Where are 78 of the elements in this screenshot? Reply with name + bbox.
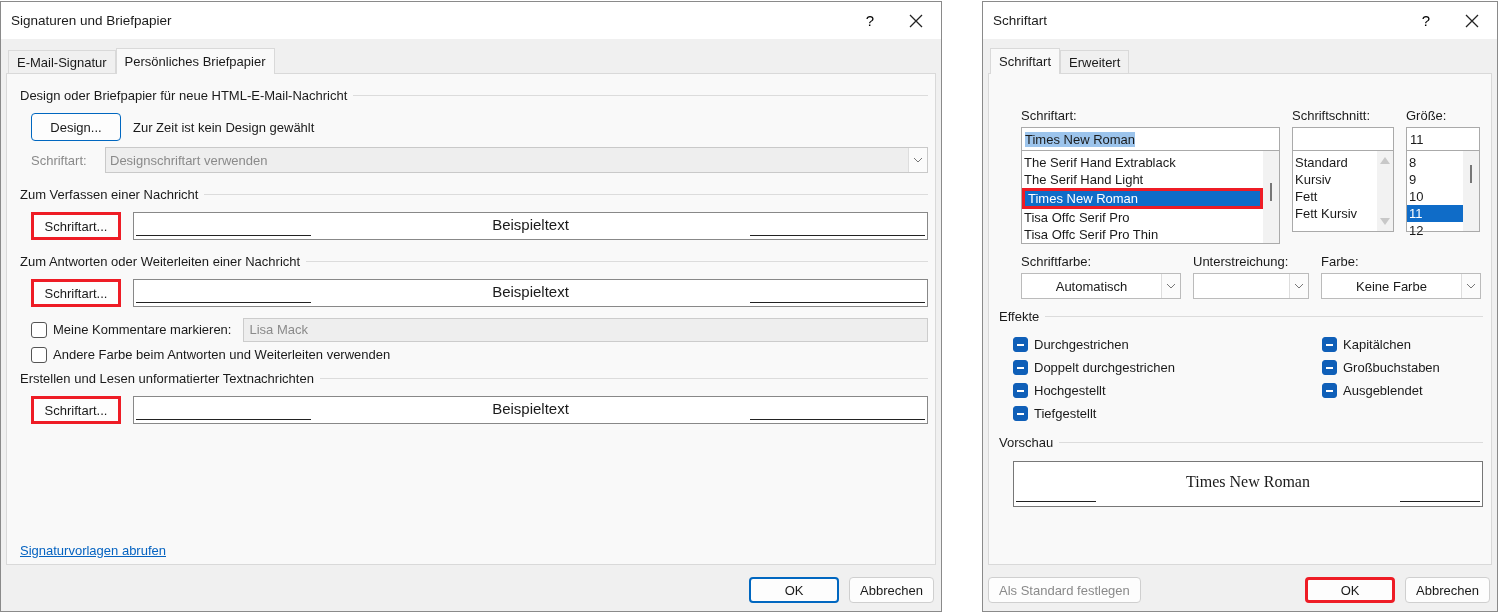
checkbox-label: Doppelt durchgestrichen (1034, 360, 1175, 375)
style-list-item[interactable]: Kursiv (1293, 171, 1377, 188)
close-icon (1465, 13, 1479, 28)
caret-icon (1294, 283, 1304, 289)
font-button[interactable]: Schriftart... (31, 212, 121, 240)
sample-text: Beispieltext (491, 216, 570, 233)
design-status: Zur Zeit ist kein Design gewählt (133, 119, 315, 135)
font-list-item[interactable]: The Serif Hand Light (1022, 171, 1263, 188)
checkbox[interactable] (1322, 383, 1337, 398)
font-label: Schriftart: (1021, 108, 1078, 123)
font-name-field[interactable]: Times New Roman (1021, 127, 1280, 151)
dialog-button[interactable]: Abbrechen (849, 577, 934, 603)
group-heading: Zum Antworten oder Weiterleiten einer Nachricht (20, 253, 301, 269)
dialog-button[interactable]: OK (1305, 577, 1396, 603)
group-heading: Erstellen und Lesen unformatierter Textnachrichten (20, 370, 314, 386)
checkbox-label: Kapitälchen (1343, 337, 1411, 352)
size-label: Größe: (1406, 108, 1448, 123)
checkbox[interactable] (1013, 406, 1028, 421)
window-title: Signaturen und Briefpapier (11, 13, 173, 28)
close-icon (909, 13, 923, 28)
group-heading: Zum Verfassen einer Nachricht (20, 186, 199, 202)
checkbox[interactable] (31, 346, 47, 363)
size-field[interactable]: 11 (1406, 127, 1480, 151)
tab[interactable]: Erweitert (1060, 50, 1130, 73)
design-button[interactable]: Design... (31, 113, 121, 141)
font-label: Schriftart: (31, 152, 88, 168)
group-heading: Vorschau (999, 434, 1054, 450)
checkbox-label: Tiefgestellt (1034, 406, 1097, 421)
font-button[interactable]: Schriftart... (31, 279, 121, 307)
dropdown[interactable]: Keine Farbe (1321, 273, 1481, 299)
style-list-item[interactable]: Fett (1293, 188, 1377, 205)
tab[interactable]: Schriftart (990, 48, 1060, 74)
checkbox-label: Hochgestellt (1034, 383, 1106, 398)
sample-text: Beispieltext (491, 400, 570, 417)
dropdown-label: Farbe: (1321, 254, 1360, 269)
font-list-item[interactable]: Tisa Offc Serif Pro (1022, 209, 1263, 226)
checkbox-label: Durchgestrichen (1034, 337, 1129, 352)
tab[interactable]: E-Mail-Signatur (8, 50, 116, 73)
caret-icon (1466, 283, 1476, 289)
size-list-item[interactable]: 10 (1407, 188, 1463, 205)
size-list-item[interactable]: 12 (1407, 222, 1463, 239)
dropdown-label: Unterstreichung: (1193, 254, 1290, 269)
preview-text: Times New Roman (1185, 473, 1311, 491)
style-list-item[interactable]: Fett Kursiv (1293, 205, 1377, 222)
checkbox[interactable] (1013, 383, 1028, 398)
caret-icon (1166, 283, 1176, 289)
checkbox[interactable] (1013, 337, 1028, 352)
font-button[interactable]: Schriftart... (31, 396, 121, 424)
help-button[interactable]: ? (1403, 2, 1449, 39)
sample-text: Beispieltext (491, 283, 570, 300)
font-list-item[interactable]: Times New Roman (1022, 188, 1263, 209)
dialog-button[interactable]: Abbrechen (1405, 577, 1490, 603)
caret-icon (913, 157, 923, 163)
help-button[interactable]: ? (847, 2, 893, 39)
checkbox-label: Großbuchstaben (1343, 360, 1440, 375)
checkbox-label: Ausgeblendet (1343, 383, 1423, 398)
templates-link[interactable]: Signaturvorlagen abrufen (20, 543, 166, 558)
dropdown-label: Schriftfarbe: (1021, 254, 1093, 269)
checkbox[interactable] (1013, 360, 1028, 375)
style-list-item[interactable]: Standard (1293, 154, 1377, 171)
dialog-button[interactable]: OK (749, 577, 840, 603)
size-list-item[interactable]: 8 (1407, 154, 1463, 171)
style-label: Schriftschnitt: (1292, 108, 1372, 123)
font-list-item[interactable]: The Serif Hand Extrablack (1022, 154, 1263, 171)
checkbox[interactable] (1322, 360, 1337, 375)
tab[interactable]: Persönliches Briefpapier (115, 48, 275, 74)
dropdown[interactable]: Automatisch (1021, 273, 1181, 299)
checkbox[interactable] (1322, 337, 1337, 352)
checkbox[interactable] (31, 321, 47, 338)
window-title: Schriftart (993, 13, 1048, 28)
checkbox-label: Andere Farbe beim Antworten und Weiterleiten verwenden (53, 347, 391, 362)
size-list-item[interactable]: 9 (1407, 171, 1463, 188)
group-heading: Design oder Briefpapier für neue HTML-E-Mail-Nachricht (20, 87, 348, 103)
checkbox-label: Meine Kommentare markieren: (53, 322, 232, 337)
size-list-item[interactable]: 11 (1407, 205, 1463, 222)
group-heading: Effekte (999, 308, 1040, 324)
style-field[interactable] (1292, 127, 1394, 151)
font-list-item[interactable]: Tisa Offc Serif Pro Thin (1022, 226, 1263, 243)
